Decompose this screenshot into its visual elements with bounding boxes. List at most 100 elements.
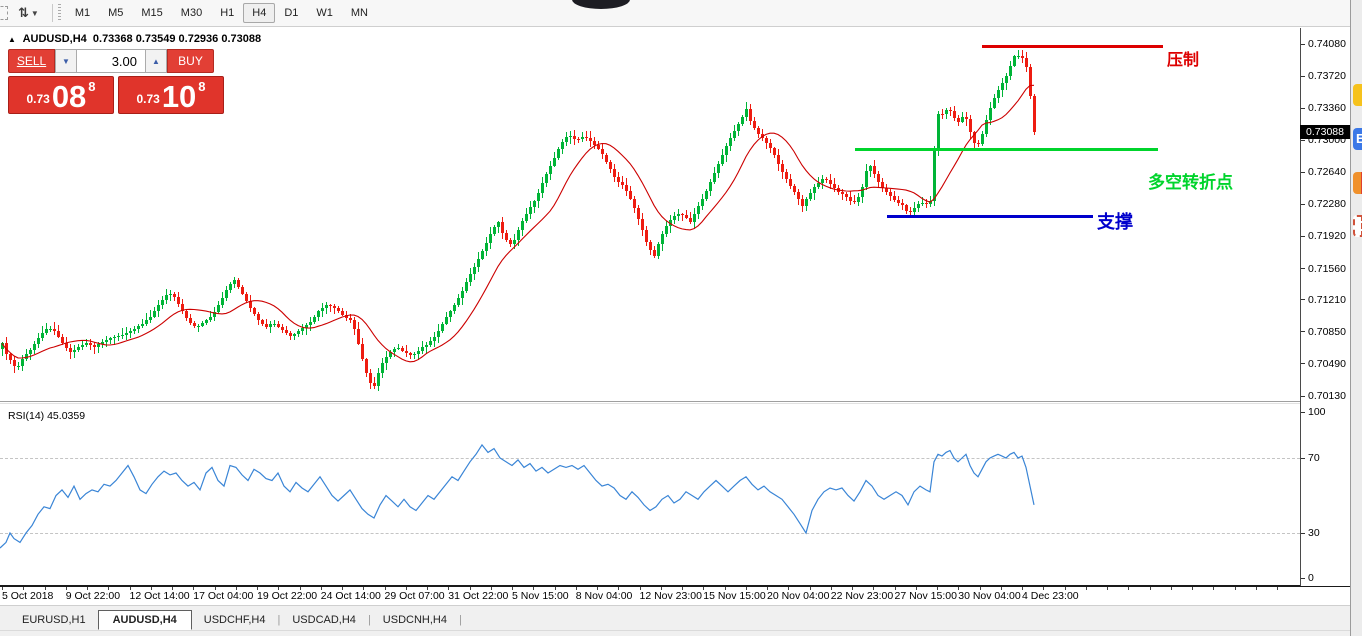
price-axis-label: 0.70130 <box>1308 390 1346 402</box>
time-axis-label: 9 Oct 22:00 <box>66 590 120 602</box>
time-tick <box>1086 587 1087 590</box>
rsi-indicator-area[interactable]: RSI(14) 45.0359 <box>0 407 1300 586</box>
timeframe-button-h4[interactable]: H4 <box>243 3 275 23</box>
time-tick <box>1277 587 1278 590</box>
timeframe-button-h1[interactable]: H1 <box>211 3 243 23</box>
buy-button[interactable]: BUY <box>167 49 214 73</box>
price-axis-label: 0.70850 <box>1308 326 1346 338</box>
time-axis-label: 5 Nov 15:00 <box>512 590 569 602</box>
price-axis-label: 0.71560 <box>1308 263 1346 275</box>
time-tick <box>1213 587 1214 590</box>
price-tick <box>1301 236 1305 237</box>
tab-separator: | <box>459 614 462 626</box>
price-axis-label: 0.72640 <box>1308 166 1346 178</box>
price-tick <box>1301 108 1305 109</box>
sell-quote-box[interactable]: 0.73 08 8 <box>8 76 114 114</box>
volume-increase-button[interactable]: ▲ <box>145 49 167 73</box>
timeframe-button-w1[interactable]: W1 <box>307 3 342 23</box>
time-tick <box>1235 587 1236 590</box>
chart-tab-usdcad-h4[interactable]: USDCAD,H4 <box>280 611 368 629</box>
support-line[interactable] <box>887 215 1093 218</box>
selection-rectangle-icon[interactable] <box>0 6 8 20</box>
chart-tab-bar: EURUSD,H1AUDUSD,H4USDCHF,H4|USDCAD,H4|US… <box>0 605 1352 630</box>
price-tick <box>1301 396 1305 397</box>
rsi-axis-label: 70 <box>1308 452 1320 464</box>
time-axis-label: 5 Oct 2018 <box>2 590 53 602</box>
main-chart-area[interactable]: 压制 多空转折点 支撑 ▲ AUDUSD,H4 0.73368 0.73549 … <box>0 28 1300 400</box>
up-triangle-icon: ▲ <box>8 35 16 44</box>
resistance-line[interactable] <box>982 45 1163 48</box>
yellow-app-icon[interactable] <box>1353 84 1362 106</box>
price-tick <box>1301 363 1305 364</box>
toolbar-grip-handle[interactable] <box>58 4 61 22</box>
orange-red-app-icon[interactable] <box>1353 172 1362 194</box>
volume-input[interactable] <box>77 49 145 73</box>
timeframe-button-m15[interactable]: M15 <box>132 3 171 23</box>
price-axis-label: 0.74080 <box>1308 38 1346 50</box>
price-axis-label: 0.73720 <box>1308 70 1346 82</box>
time-tick <box>1171 587 1172 590</box>
price-axis-label: 0.71210 <box>1308 294 1346 306</box>
time-axis-label: 15 Nov 15:00 <box>703 590 765 602</box>
time-tick <box>1128 587 1129 590</box>
volume-decrease-button[interactable]: ▼ <box>55 49 77 73</box>
timeframe-button-m1[interactable]: M1 <box>66 3 99 23</box>
ohlc-values: 0.73368 0.73549 0.72936 0.73088 <box>93 33 261 45</box>
sell-button[interactable]: SELL <box>8 49 55 73</box>
top-toolbar: ⇅ ▼ M1M5M15M30H1H4D1W1MN <box>0 0 1350 27</box>
time-axis-label: 19 Oct 22:00 <box>257 590 317 602</box>
price-tick <box>1301 204 1305 205</box>
time-axis-label: 8 Nov 04:00 <box>576 590 633 602</box>
price-tick <box>1301 331 1305 332</box>
blue-e-app-icon[interactable]: E <box>1353 128 1362 150</box>
rsi-value-label: RSI(14) 45.0359 <box>8 410 85 422</box>
price-axis[interactable]: 0.740800.737200.733600.730000.726400.722… <box>1301 28 1350 586</box>
timeframe-button-m5[interactable]: M5 <box>99 3 132 23</box>
time-tick <box>1192 587 1193 590</box>
price-tick <box>1301 268 1305 269</box>
chart-tab-audusd-h4[interactable]: AUDUSD,H4 <box>98 610 192 630</box>
price-tick <box>1301 44 1305 45</box>
chart-tab-usdchf-h4[interactable]: USDCHF,H4 <box>192 611 278 629</box>
chart-tab-usdcnh-h4[interactable]: USDCNH,H4 <box>371 611 459 629</box>
pivot-label: 多空转折点 <box>1148 168 1233 193</box>
timeframe-button-group: M1M5M15M30H1H4D1W1MN <box>66 3 377 23</box>
time-axis-label: 12 Nov 23:00 <box>640 590 702 602</box>
dashed-outline-app-icon[interactable] <box>1353 215 1362 237</box>
time-axis-label: 22 Nov 23:00 <box>831 590 893 602</box>
price-axis-label: 0.72280 <box>1308 198 1346 210</box>
chevron-down-icon[interactable]: ▼ <box>31 9 39 18</box>
time-tick <box>1107 587 1108 590</box>
price-tick <box>1301 76 1305 77</box>
rsi-tick <box>1301 533 1305 534</box>
time-axis-label: 31 Oct 22:00 <box>448 590 508 602</box>
price-tick <box>1301 140 1305 141</box>
resistance-label: 压制 <box>1167 46 1199 70</box>
current-price-tag: 0.73088 <box>1300 125 1350 139</box>
symbol-label: AUDUSD,H4 <box>23 33 87 45</box>
price-axis-label: 0.71920 <box>1308 230 1346 242</box>
toolbar-separator <box>52 4 53 22</box>
price-tick <box>1301 299 1305 300</box>
time-axis-label: 12 Oct 14:00 <box>130 590 190 602</box>
time-tick <box>1150 587 1151 590</box>
crosshair-tool-icon[interactable]: ⇅ <box>18 5 29 21</box>
buy-quote-box[interactable]: 0.73 10 8 <box>118 76 224 114</box>
price-axis-label: 0.70490 <box>1308 358 1346 370</box>
one-click-trade-panel: SELL ▼ ▲ BUY 0.73 08 8 0.73 10 8 <box>8 49 228 114</box>
rsi-tick <box>1301 458 1305 459</box>
time-axis-label: 29 Oct 07:00 <box>385 590 445 602</box>
pivot-line[interactable] <box>855 148 1158 151</box>
time-axis[interactable]: 5 Oct 20189 Oct 22:0012 Oct 14:0017 Oct … <box>0 587 1352 605</box>
rsi-tick <box>1301 412 1305 413</box>
panel-splitter[interactable] <box>0 401 1352 402</box>
time-axis-label: 27 Nov 15:00 <box>895 590 957 602</box>
support-label: 支撑 <box>1097 208 1133 234</box>
time-axis-label: 24 Oct 14:00 <box>321 590 381 602</box>
rsi-axis-label: 30 <box>1308 527 1320 539</box>
timeframe-button-m30[interactable]: M30 <box>172 3 211 23</box>
timeframe-button-d1[interactable]: D1 <box>275 3 307 23</box>
time-axis-label: 30 Nov 04:00 <box>958 590 1020 602</box>
chart-tab-eurusd-h1[interactable]: EURUSD,H1 <box>10 611 98 629</box>
timeframe-button-mn[interactable]: MN <box>342 3 377 23</box>
